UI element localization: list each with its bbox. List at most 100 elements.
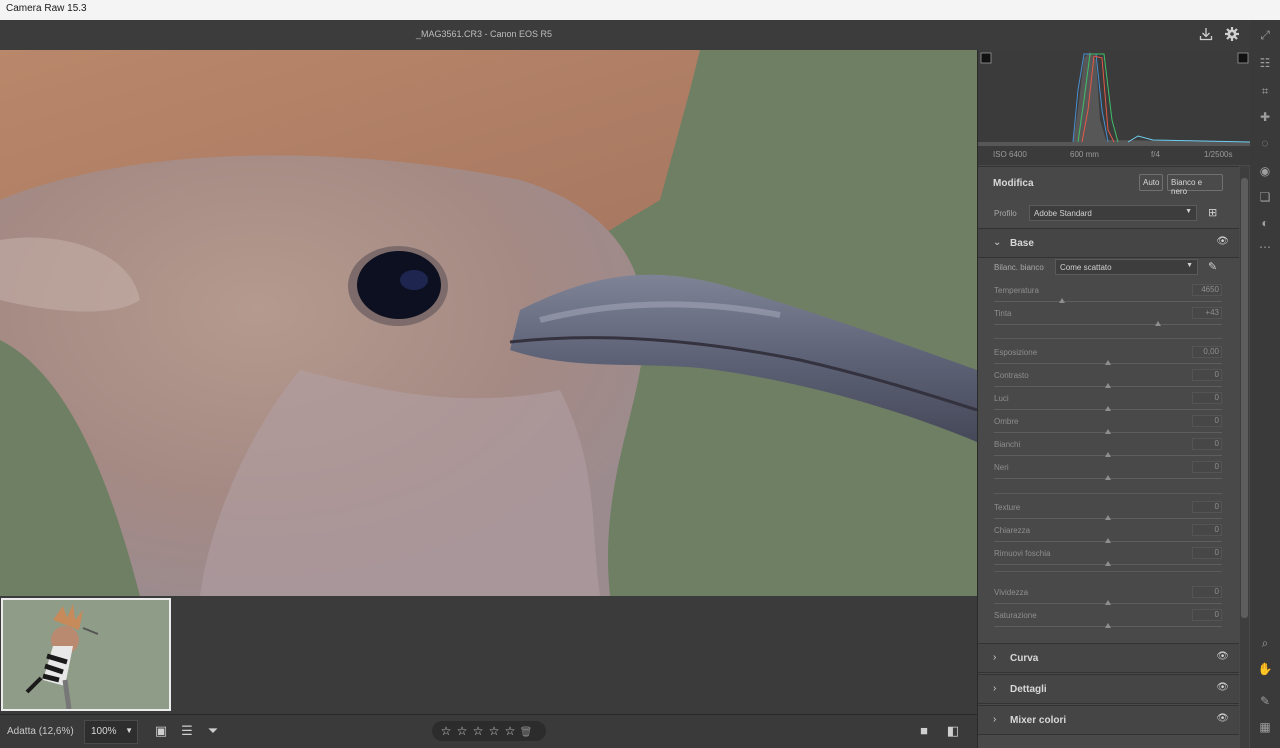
slider-exposure[interactable]: Esposizione 0,00 — [994, 346, 1222, 370]
snapshots-icon[interactable]: ❏ — [1256, 188, 1274, 206]
section-detail-title: Dettagli — [1010, 684, 1047, 695]
slider-whites[interactable]: Bianchi 0 — [994, 438, 1222, 462]
slider-knob[interactable] — [1059, 298, 1066, 303]
sort-icon[interactable]: ☰ — [178, 722, 196, 740]
more-icon[interactable]: ⋯ — [1256, 238, 1274, 256]
zoom-icon[interactable]: ⌕ — [1256, 634, 1274, 652]
trash-icon[interactable]: 🗑 — [518, 727, 534, 738]
slider-value-field[interactable]: 0,00 — [1192, 346, 1222, 358]
crop-overlay-icon[interactable]: ■ — [915, 722, 933, 740]
slider-knob[interactable] — [1105, 383, 1111, 388]
color-sampler-icon[interactable]: ✎ — [1256, 692, 1274, 710]
slider-shadows[interactable]: Ombre 0 — [994, 415, 1222, 439]
slider-texture[interactable]: Texture 0 — [994, 501, 1222, 525]
star-1-icon[interactable]: ☆ — [438, 723, 454, 739]
slider-value-field[interactable]: 0 — [1192, 461, 1222, 473]
file-name: _MAG3561.CR3 - Canon EOS R5 — [416, 29, 553, 39]
black-white-button[interactable]: Bianco e nero — [1167, 174, 1223, 196]
section-detail[interactable]: › Dettagli 👁 — [978, 674, 1239, 704]
window-titlebar: Camera Raw 15.3 — [0, 0, 1280, 20]
chevron-right-icon: › — [993, 683, 997, 694]
slider-tint[interactable]: Tinta +43 — [994, 307, 1222, 331]
white-balance-label: Bilanc. bianco — [994, 263, 1044, 272]
slider-value-field[interactable]: 0 — [1192, 415, 1222, 427]
slider-knob[interactable] — [1105, 360, 1111, 365]
star-3-icon[interactable]: ☆ — [470, 723, 486, 739]
image-preview[interactable] — [0, 50, 977, 596]
slider-track[interactable] — [994, 324, 1222, 325]
profile-select[interactable]: Adobe Standard ▼ — [1029, 205, 1197, 221]
section-mixer[interactable]: › Mixer colori 👁 — [978, 705, 1239, 735]
auto-button[interactable]: Auto — [1139, 174, 1163, 191]
filmstrip-view-icon[interactable]: ▣ — [152, 722, 170, 740]
slider-clarity[interactable]: Chiarezza 0 — [994, 524, 1222, 548]
slider-knob[interactable] — [1105, 406, 1111, 411]
save-icon[interactable] — [1197, 26, 1215, 44]
slider-knob[interactable] — [1105, 538, 1111, 543]
bottom-toolbar: Adatta (12,6%) 100% ▼ ▣ ☰ ⏷ ☆ ☆ ☆ ☆ ☆ 🗑 ■ ◧ — [0, 714, 977, 748]
slider-knob[interactable] — [1155, 321, 1162, 326]
slider-knob[interactable] — [1105, 429, 1111, 434]
grid-icon[interactable]: ▦ — [1256, 718, 1274, 736]
eye-icon[interactable]: 👁 — [1216, 682, 1229, 693]
slider-contrast[interactable]: Contrasto 0 — [994, 369, 1222, 393]
star-2-icon[interactable]: ☆ — [454, 723, 470, 739]
edit-sliders-icon[interactable]: ☷ — [1256, 54, 1274, 72]
slider-dehaze[interactable]: Rimuovi foschia 0 — [994, 547, 1222, 571]
filmstrip-thumbnail[interactable] — [1, 598, 171, 711]
slider-value-field[interactable]: 0 — [1192, 524, 1222, 536]
slider-value-field[interactable]: 0 — [1192, 586, 1222, 598]
slider-value-field[interactable]: +43 — [1192, 307, 1222, 319]
slider-value-field[interactable]: 0 — [1192, 369, 1222, 381]
slider-knob[interactable] — [1105, 475, 1111, 480]
slider-saturation[interactable]: Saturazione 0 — [994, 609, 1222, 633]
slider-blacks[interactable]: Neri 0 — [994, 461, 1222, 485]
slider-label: Chiarezza — [994, 526, 1031, 535]
section-curve[interactable]: › Curva 👁 — [978, 643, 1239, 673]
slider-value-field[interactable]: 4650 — [1192, 284, 1222, 296]
slider-value-field[interactable]: 0 — [1192, 609, 1222, 621]
slider-temp[interactable]: Temperatura 4650 — [994, 284, 1222, 308]
red-eye-icon[interactable]: ◉ — [1256, 162, 1274, 180]
slider-vibrance[interactable]: Vividezza 0 — [994, 586, 1222, 610]
slider-value-field[interactable]: 0 — [1192, 547, 1222, 559]
slider-value-field[interactable]: 0 — [1192, 501, 1222, 513]
presets-icon[interactable]: ◐ — [1256, 214, 1274, 232]
eye-icon[interactable]: 👁 — [1216, 713, 1229, 724]
slider-label: Ombre — [994, 417, 1019, 426]
slider-knob[interactable] — [1105, 561, 1111, 566]
white-balance-select[interactable]: Come scattato ▼ — [1055, 259, 1198, 275]
fullscreen-icon[interactable]: ⤢ — [1256, 26, 1274, 44]
slider-value-field[interactable]: 0 — [1192, 392, 1222, 404]
slider-knob[interactable] — [1105, 623, 1111, 628]
divider — [994, 571, 1222, 572]
slider-highlights[interactable]: Luci 0 — [994, 392, 1222, 416]
slider-knob[interactable] — [1105, 452, 1111, 457]
before-after-icon[interactable]: ◧ — [944, 722, 962, 740]
slider-knob[interactable] — [1105, 515, 1111, 520]
eye-icon[interactable]: 👁 — [1216, 236, 1229, 247]
mask-icon[interactable]: ◌ — [1256, 134, 1274, 152]
gear-icon[interactable] — [1223, 26, 1241, 44]
window-title: Camera Raw 15.3 — [6, 3, 87, 14]
fit-zoom-button[interactable]: Adatta (12,6%) — [7, 726, 74, 737]
scrollbar-thumb[interactable] — [1241, 178, 1248, 618]
slider-value-field[interactable]: 0 — [1192, 438, 1222, 450]
slider-track[interactable] — [994, 301, 1222, 302]
healing-icon[interactable]: ✚ — [1256, 108, 1274, 126]
crop-icon[interactable]: ⌗ — [1256, 82, 1274, 100]
panel-scrollbar[interactable] — [1240, 166, 1249, 748]
zoom-select[interactable]: 100% ▼ — [84, 720, 138, 744]
slider-label: Esposizione — [994, 348, 1038, 357]
eyedropper-icon[interactable]: ✎ — [1208, 260, 1222, 274]
slider-label: Contrasto — [994, 371, 1029, 380]
hand-icon[interactable]: ✋ — [1256, 660, 1274, 678]
slider-knob[interactable] — [1105, 600, 1111, 605]
filter-icon[interactable]: ⏷ — [204, 722, 222, 740]
divider — [994, 338, 1222, 339]
profile-browser-icon[interactable]: ⊞ — [1208, 206, 1222, 220]
section-base[interactable]: ⌄ Base 👁 — [978, 228, 1239, 258]
star-4-icon[interactable]: ☆ — [486, 723, 502, 739]
eye-icon[interactable]: 👁 — [1216, 651, 1229, 662]
star-5-icon[interactable]: ☆ — [502, 723, 518, 739]
